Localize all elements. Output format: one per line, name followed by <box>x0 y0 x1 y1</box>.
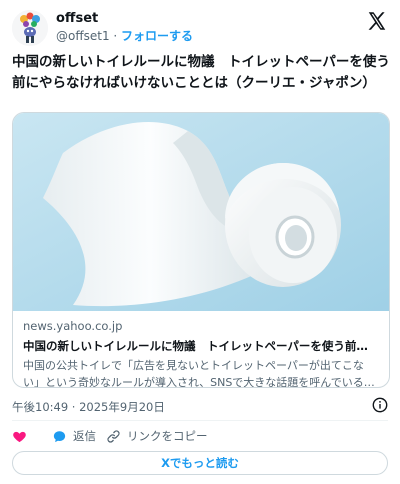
avatar[interactable] <box>12 10 48 46</box>
copy-link-label: リンクをコピー <box>127 429 208 443</box>
card-description: 中国の公共トイレで「広告を見ないとトイレットペーパーが出てこない」という奇妙なル… <box>23 359 375 388</box>
meta-row: 午後10:49 · 2025年9月20日 <box>12 396 388 414</box>
copy-link-button[interactable]: リンクをコピー <box>106 427 208 445</box>
reply-label: 返信 <box>73 429 96 443</box>
action-bar: 返信 リンクをコピー <box>12 427 388 445</box>
toilet-paper-photo <box>13 113 389 311</box>
display-name[interactable]: offset <box>56 10 193 27</box>
divider <box>12 420 388 421</box>
speech-bubble-icon <box>53 430 66 442</box>
info-icon[interactable] <box>372 397 388 413</box>
card-image[interactable] <box>13 113 389 311</box>
card-title[interactable]: 中国の新しいトイレルールに物議 トイレットペーパーを使う前にやらなければいけない… <box>23 338 379 355</box>
like-button[interactable] <box>12 427 33 445</box>
heart-icon <box>13 431 26 442</box>
separator: · <box>109 29 122 43</box>
link-card[interactable]: news.yahoo.co.jp 中国の新しいトイレルールに物議 トイレットペー… <box>12 112 390 388</box>
handle-row: @offset1 · フォローする <box>56 28 193 44</box>
tweet-text: 中国の新しいトイレルールに物議 トイレットペーパーを使う前にやらなければいけない… <box>12 54 390 91</box>
read-more-button[interactable]: Xでもっと読む <box>12 451 388 475</box>
card-domain: news.yahoo.co.jp <box>23 319 123 333</box>
handle[interactable]: @offset1 <box>56 29 110 43</box>
follow-link[interactable]: フォローする <box>121 29 193 43</box>
tweet-header: offset @offset1 · フォローする <box>12 10 388 46</box>
user-block: offset @offset1 · フォローする <box>56 10 193 44</box>
x-logo-icon[interactable] <box>366 10 388 32</box>
timestamp[interactable]: 午後10:49 · 2025年9月20日 <box>12 400 165 414</box>
reply-button[interactable]: 返信 <box>52 427 96 445</box>
link-icon <box>107 429 120 443</box>
card-body: news.yahoo.co.jp 中国の新しいトイレルールに物議 トイレットペー… <box>13 311 389 388</box>
avatar-illustration <box>12 10 48 46</box>
